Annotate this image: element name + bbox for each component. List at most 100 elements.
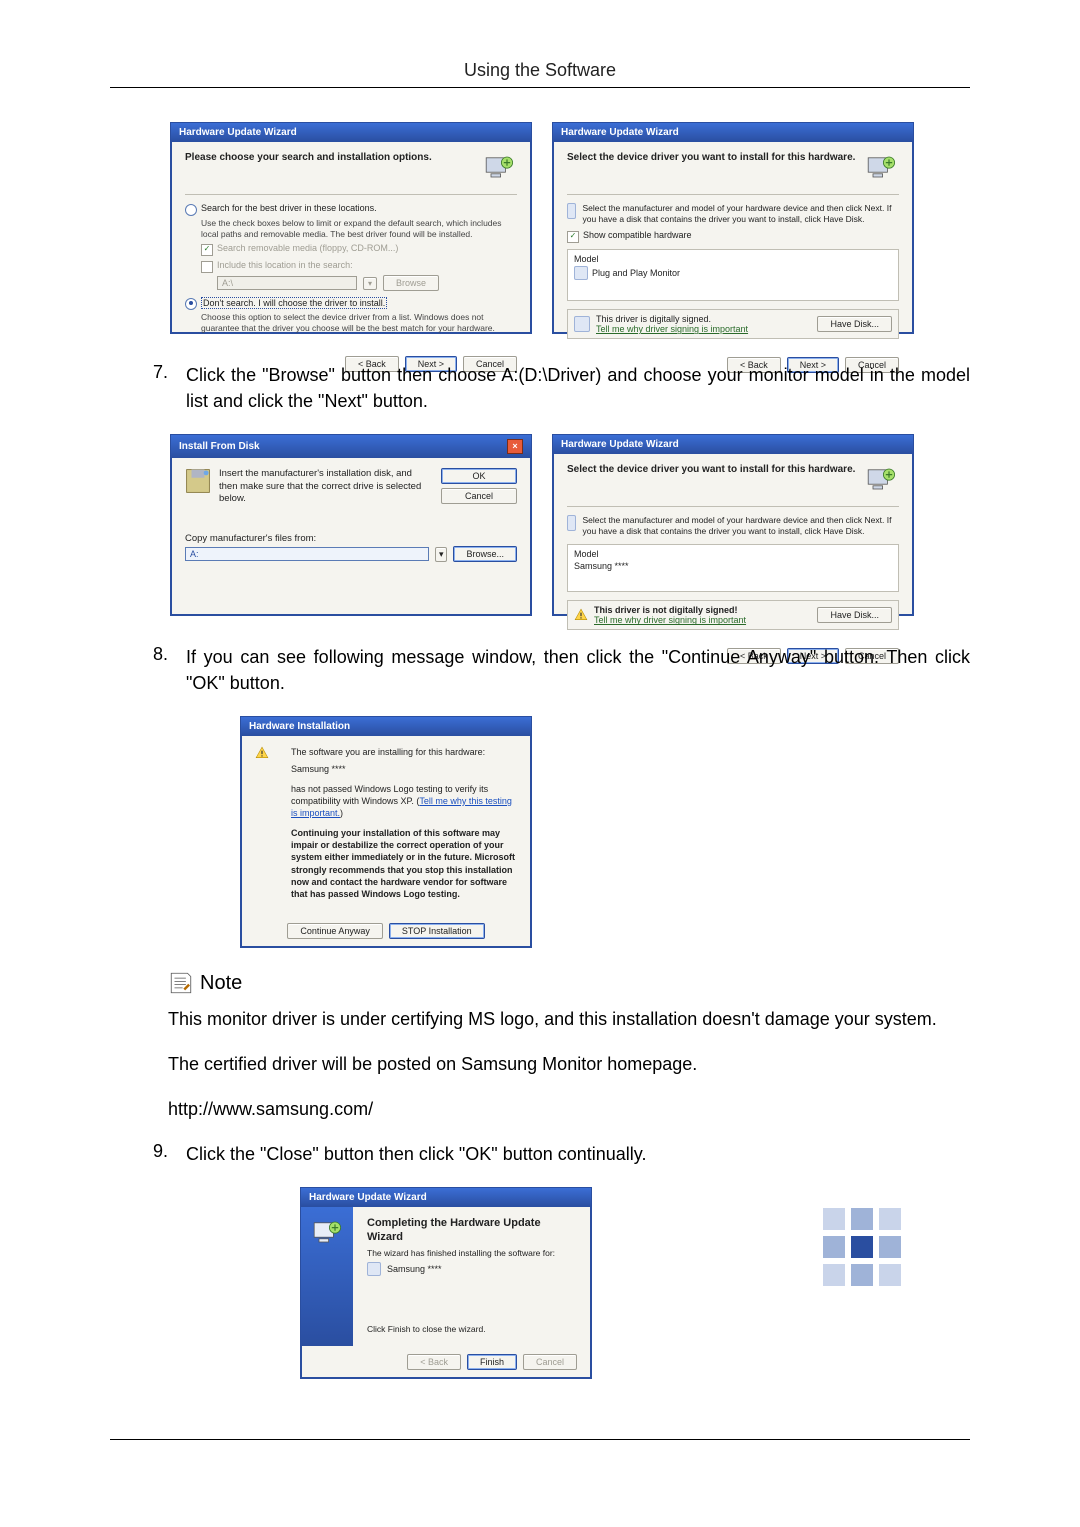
dialog-message: Insert the manufacturer's installation d… xyxy=(219,468,433,505)
dialog-title: Hardware Update Wizard xyxy=(561,127,679,138)
page-title: Using the Software xyxy=(110,60,970,81)
device-icon xyxy=(863,464,899,498)
wizard-subtext: The wizard has finished installing the s… xyxy=(367,1248,577,1258)
warning-icon xyxy=(255,746,281,772)
floppy-disk-icon xyxy=(185,468,211,494)
close-button[interactable]: × xyxy=(507,439,523,454)
dialog-headline: Please choose your search and installati… xyxy=(185,152,432,163)
step-number: 8. xyxy=(110,644,186,665)
signed-icon xyxy=(574,316,590,332)
dialog-titlebar: Hardware Update Wizard xyxy=(301,1188,591,1207)
figure-row-1: Hardware Update Wizard Please choose you… xyxy=(170,122,940,334)
back-button[interactable]: < Back xyxy=(407,1354,461,1370)
dialog-title: Hardware Update Wizard xyxy=(179,127,297,138)
dialog-headline: Select the device driver you want to ins… xyxy=(567,464,855,475)
continue-anyway-button[interactable]: Continue Anyway xyxy=(287,923,383,939)
radio-label: Don't search. I will choose the driver t… xyxy=(201,297,387,309)
stop-installation-button[interactable]: STOP Installation xyxy=(389,923,485,939)
radio1-helptext: Use the check boxes below to limit or ex… xyxy=(201,218,517,239)
footer-rule xyxy=(110,1439,970,1440)
hardware-update-wizard-complete: Hardware Update Wizard Completing the Ha… xyxy=(300,1187,592,1379)
radio-dont-search[interactable] xyxy=(185,298,197,310)
figure-row-2: Install From Disk × Insert the manufactu… xyxy=(170,434,940,616)
dropdown-button[interactable]: ▾ xyxy=(435,547,448,562)
info-icon xyxy=(567,515,576,531)
hardware-update-wizard-search-options: Hardware Update Wizard Please choose you… xyxy=(170,122,532,334)
warning-device-name: Samsung **** xyxy=(291,763,517,775)
step-number: 9. xyxy=(110,1141,186,1162)
dialog-title: Install From Disk xyxy=(179,441,260,452)
step-text: Click the "Browse" button then choose A:… xyxy=(186,362,970,414)
warning-line1: The software you are installing for this… xyxy=(291,746,517,758)
checkbox-label: Show compatible hardware xyxy=(583,230,692,240)
model-list-item[interactable]: Plug and Play Monitor xyxy=(592,268,680,278)
cancel-button[interactable]: Cancel xyxy=(523,1354,577,1370)
dialog-title: Hardware Update Wizard xyxy=(561,439,679,450)
dialog-titlebar: Hardware Update Wizard xyxy=(553,123,913,142)
browse-button[interactable]: Browse... xyxy=(453,546,517,562)
hardware-update-wizard-select-driver-samsung: Hardware Update Wizard Select the device… xyxy=(552,434,914,616)
monitor-icon xyxy=(367,1262,381,1276)
checkbox-label: Include this location in the search: xyxy=(217,260,353,270)
monitor-icon xyxy=(574,266,588,280)
location-path-input[interactable]: A:\ xyxy=(217,276,357,290)
info-icon xyxy=(567,203,576,219)
finish-button[interactable]: Finish xyxy=(467,1354,517,1370)
step-number: 7. xyxy=(110,362,186,383)
cancel-button[interactable]: Cancel xyxy=(441,488,517,504)
dialog-title: Hardware Update Wizard xyxy=(309,1192,427,1203)
device-icon xyxy=(863,152,899,186)
device-icon xyxy=(309,1217,345,1251)
wizard-banner xyxy=(301,1207,353,1346)
checkbox-search-removable[interactable] xyxy=(201,244,213,256)
checkbox-label: Search removable media (floppy, CD-ROM..… xyxy=(217,243,398,253)
installed-device-name: Samsung **** xyxy=(387,1264,442,1274)
step-text: If you can see following message window,… xyxy=(186,644,970,696)
document-page: Using the Software Hardware Update Wizar… xyxy=(0,0,1080,1480)
install-from-disk-dialog: Install From Disk × Insert the manufactu… xyxy=(170,434,532,616)
hardware-installation-warning-dialog: Hardware Installation The software you a… xyxy=(240,716,532,948)
note-label: Note xyxy=(200,972,242,995)
dialog-titlebar: Hardware Installation xyxy=(241,717,531,736)
model-list-item[interactable]: Samsung **** xyxy=(574,561,892,571)
note-url: http://www.samsung.com/ xyxy=(168,1096,970,1123)
signing-status-text: This driver is digitally signed. xyxy=(596,314,748,324)
dialog-titlebar: Hardware Update Wizard xyxy=(171,123,531,142)
ok-button[interactable]: OK xyxy=(441,468,517,484)
signing-info-link[interactable]: Tell me why driver signing is important xyxy=(596,324,748,334)
step-text: Click the "Close" button then click "OK"… xyxy=(186,1141,970,1167)
note-paragraph-2: The certified driver will be posted on S… xyxy=(168,1051,970,1078)
wizard-closing-text: Click Finish to close the wizard. xyxy=(367,1324,577,1334)
note-icon xyxy=(168,970,194,996)
dialog-titlebar: Install From Disk × xyxy=(171,435,531,458)
hardware-update-wizard-select-driver: Hardware Update Wizard Select the device… xyxy=(552,122,914,334)
have-disk-button[interactable]: Have Disk... xyxy=(817,316,892,332)
warning-logo-text: has not passed Windows Logo testing to v… xyxy=(291,783,517,819)
dialog-headline: Select the device driver you want to ins… xyxy=(567,152,855,163)
have-disk-button[interactable]: Have Disk... xyxy=(817,607,892,623)
instruction-text: Select the manufacturer and model of you… xyxy=(582,203,899,224)
checkbox-include-location[interactable] xyxy=(201,261,213,273)
note-paragraph-1: This monitor driver is under certifying … xyxy=(168,1006,970,1033)
progress-throbber xyxy=(792,1187,932,1307)
header-rule xyxy=(110,87,970,88)
dialog-headline: Completing the Hardware Update Wizard xyxy=(367,1217,577,1243)
dropdown-button[interactable]: ▾ xyxy=(363,277,377,290)
radio2-helptext: Choose this option to select the device … xyxy=(201,312,517,333)
warning-icon xyxy=(574,608,588,622)
signing-status-text: This driver is not digitally signed! xyxy=(594,605,746,615)
browse-button[interactable]: Browse xyxy=(383,275,439,291)
radio-search-best-driver[interactable] xyxy=(185,204,197,216)
model-column-header: Model xyxy=(574,549,892,559)
checkbox-show-compatible[interactable] xyxy=(567,231,579,243)
signing-info-link[interactable]: Tell me why driver signing is important xyxy=(594,615,746,625)
copy-from-path-input[interactable]: A: xyxy=(185,547,429,561)
warning-bold-text: Continuing your installation of this sof… xyxy=(291,827,517,900)
instruction-text: Select the manufacturer and model of you… xyxy=(582,515,899,536)
copy-from-label: Copy manufacturer's files from: xyxy=(185,533,517,544)
dialog-title: Hardware Installation xyxy=(249,721,350,732)
device-icon xyxy=(481,152,517,186)
dialog-titlebar: Hardware Update Wizard xyxy=(553,435,913,454)
radio-label: Search for the best driver in these loca… xyxy=(201,203,377,213)
model-column-header: Model xyxy=(574,254,892,264)
